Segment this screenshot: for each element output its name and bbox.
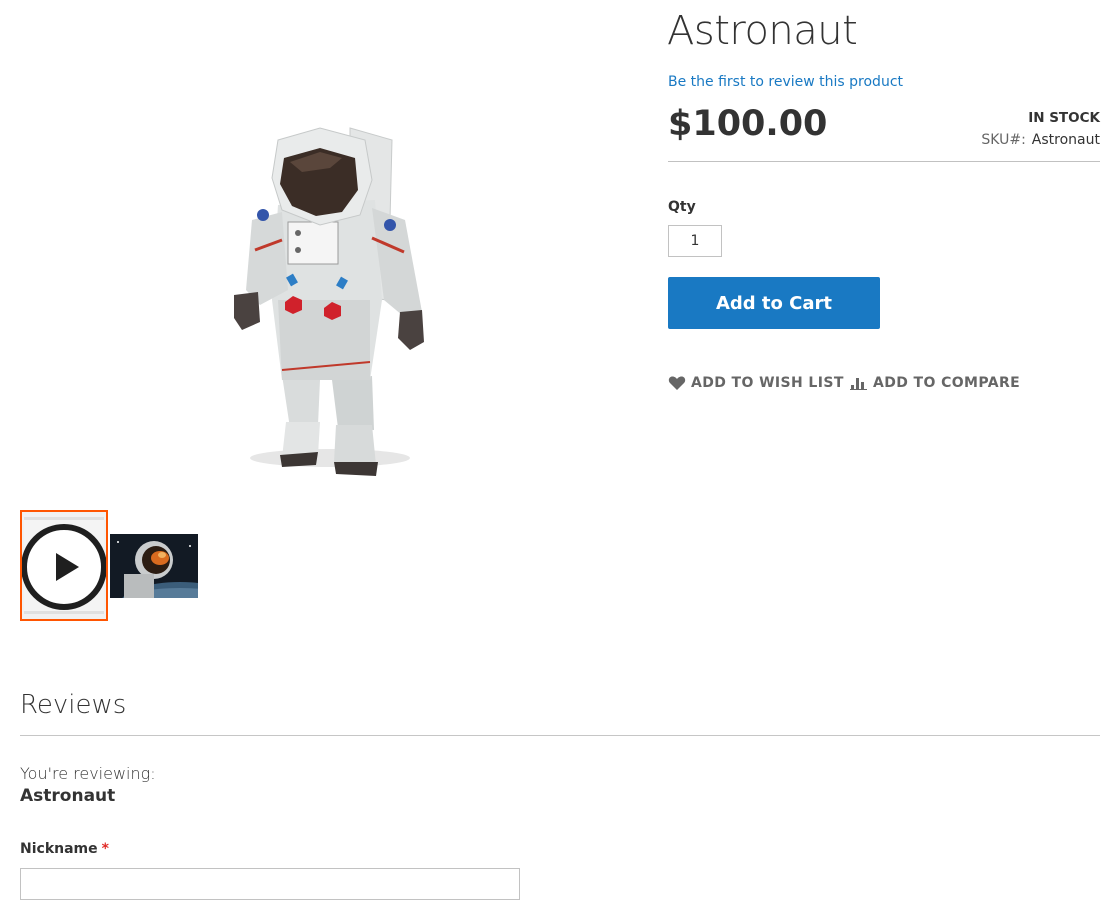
reviews-divider [20,735,1100,736]
thumbnail-image[interactable] [110,534,198,598]
add-to-compare-link[interactable]: ADD TO COMPARE [850,375,1020,391]
first-review-link[interactable]: Be the first to review this product [668,74,903,90]
product-title: Astronaut [667,8,858,54]
reviewing-label: You're reviewing: [20,764,156,783]
bar-chart-icon [850,376,868,390]
wish-list-label: ADD TO WISH LIST [691,375,844,391]
compare-label: ADD TO COMPARE [873,375,1021,391]
qty-input[interactable] [668,225,722,257]
play-icon [22,524,106,610]
nickname-input[interactable] [20,868,520,900]
nickname-label-text: Nickname [20,841,98,857]
thumbnail-video[interactable] [20,510,108,621]
sku-value: Astronaut [1031,132,1100,148]
reviewing-product-name: Astronaut [20,786,116,806]
info-divider [668,161,1100,162]
nickname-label: Nickname * [20,841,109,857]
stock-status: IN STOCK [1028,110,1100,126]
product-main-image[interactable] [20,0,640,500]
sku-label: SKU#: [981,132,1026,148]
astronaut-photo [110,534,198,598]
product-price: $100.00 [668,104,828,144]
reviews-heading: Reviews [20,690,127,720]
heart-icon [668,375,686,391]
required-asterisk: * [101,841,109,857]
add-to-wish-list-link[interactable]: ADD TO WISH LIST [668,375,844,391]
add-to-cart-button[interactable]: Add to Cart [668,277,880,329]
product-sku: SKU#: Astronaut [981,132,1100,148]
qty-label: Qty [668,199,696,215]
